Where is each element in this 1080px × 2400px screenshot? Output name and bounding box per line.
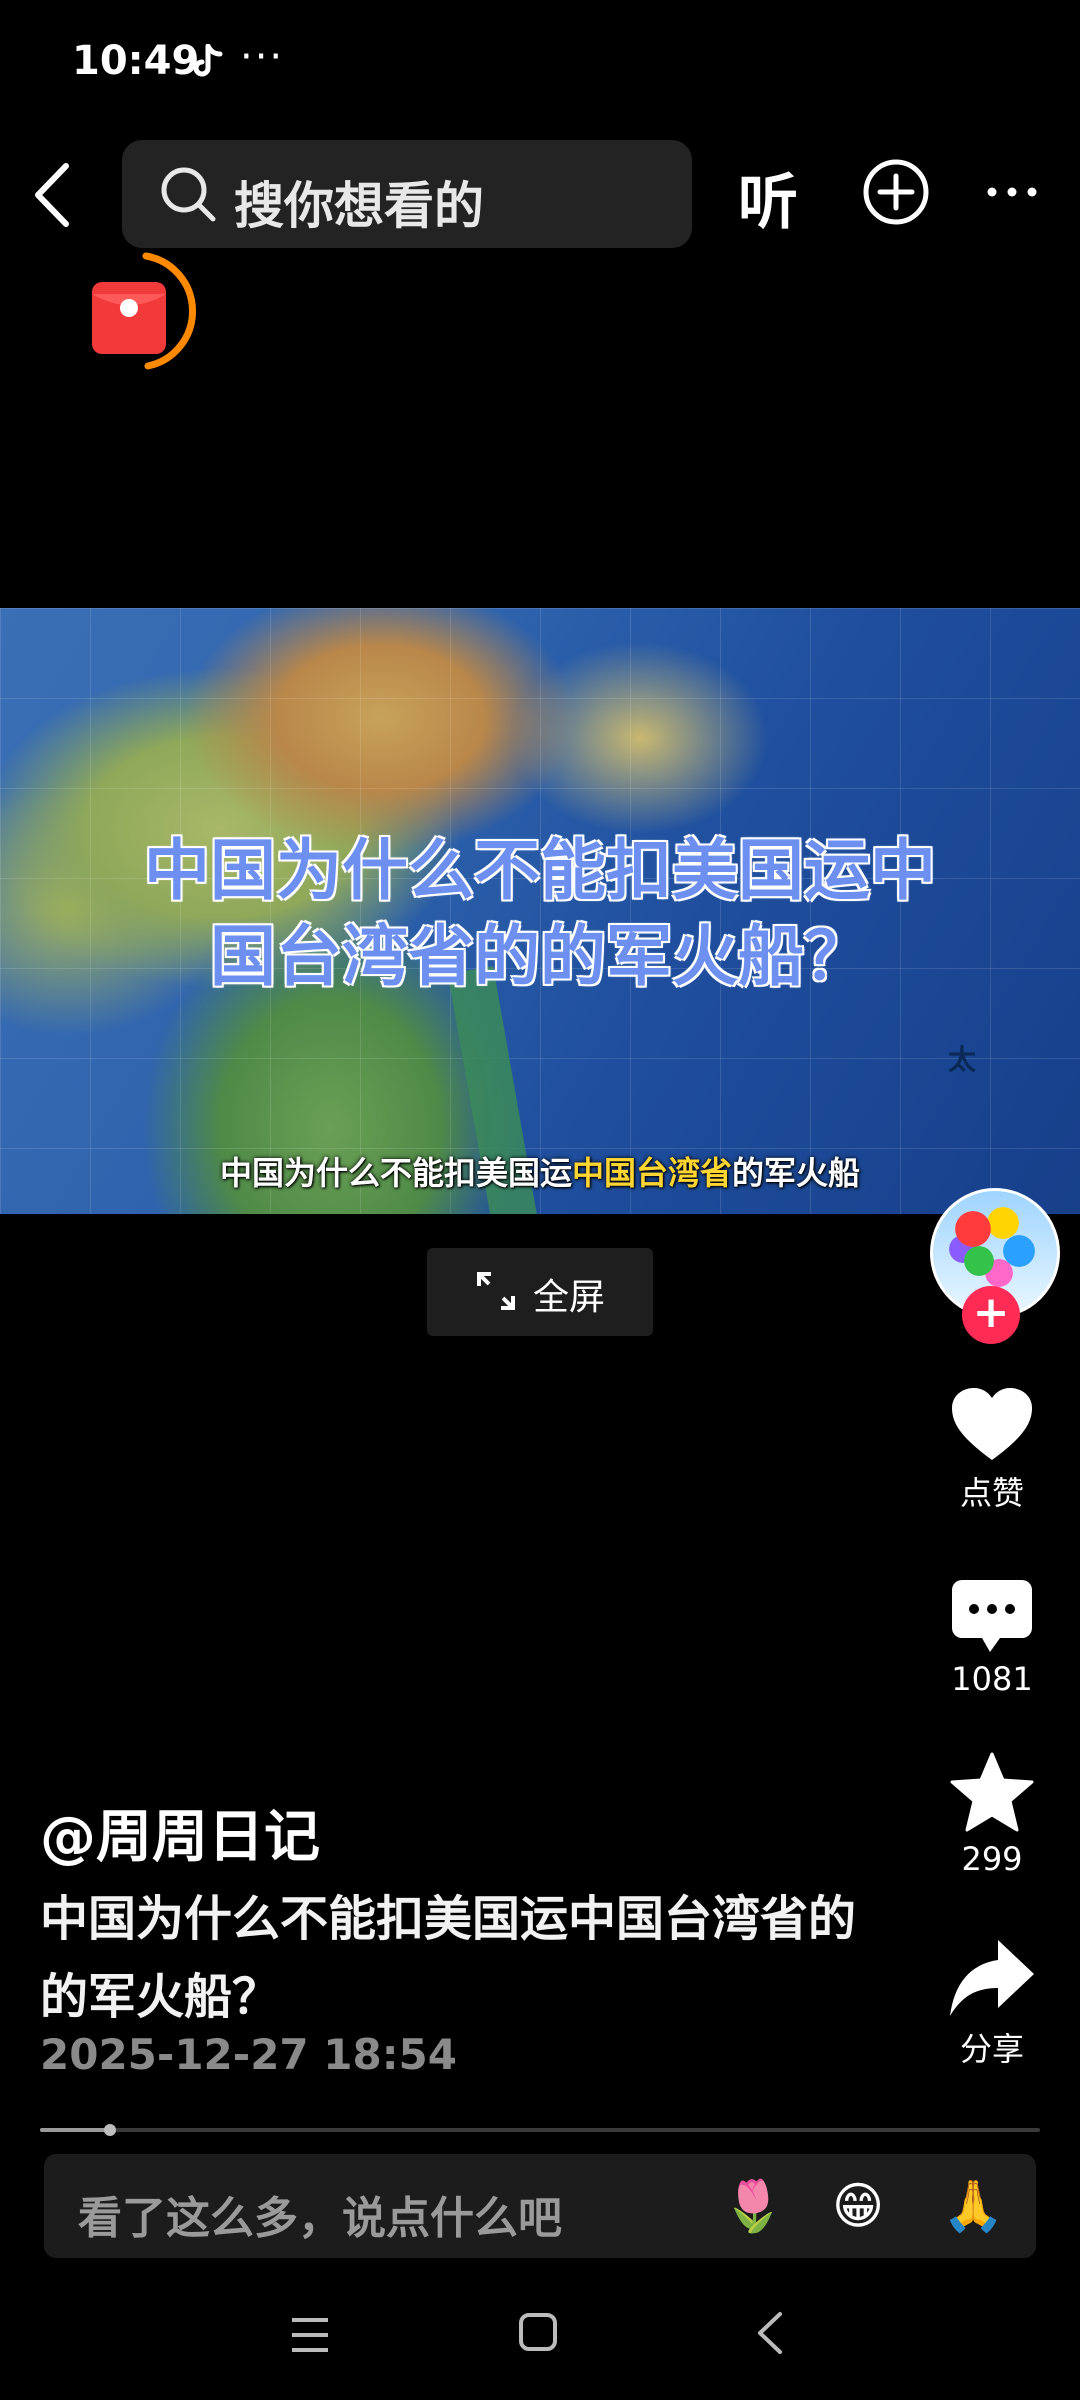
home-icon[interactable] — [518, 2312, 558, 2352]
video-overlay-title-line2: 国台湾省的的军火船？ — [210, 918, 870, 995]
video-overlay-title: 中国为什么不能扣美国运中 国台湾省的的军火船？ — [0, 828, 1080, 1000]
expand-icon — [477, 1272, 515, 1310]
search-icon — [161, 167, 216, 222]
comment-button[interactable]: 1081 — [930, 1578, 1054, 1698]
fullscreen-label: 全屏 — [533, 1277, 606, 1318]
playback-progress-fill — [40, 2128, 110, 2132]
recent-apps-icon[interactable] — [288, 2314, 332, 2356]
video-subtitle-start: 中国为什么不能扣美国运 — [219, 1154, 572, 1192]
video-overlay-title-line1: 中国为什么不能扣美国运中 — [144, 832, 936, 909]
publish-time: 2025-12-27 18:54 — [40, 2030, 457, 2079]
tiktok-icon — [193, 44, 223, 77]
listen-button[interactable]: 听 — [738, 154, 798, 241]
comment-icon — [952, 1580, 1032, 1652]
like-label: 点赞 — [959, 1474, 1024, 1512]
playback-progress-bar[interactable] — [40, 2124, 1040, 2136]
follow-button[interactable]: + — [962, 1286, 1020, 1344]
video-subtitle-highlight: 中国台湾省 — [571, 1154, 732, 1192]
favorite-count: 299 — [961, 1840, 1023, 1878]
video-subtitle-end: 的军火船 — [732, 1154, 861, 1192]
search-placeholder: 搜你想看的 — [234, 177, 484, 235]
red-packet-icon[interactable] — [86, 248, 206, 388]
share-label: 分享 — [959, 2030, 1024, 2068]
video-map-label: 太 — [948, 1043, 977, 1076]
emoji-rose-button[interactable]: 🌷 — [722, 2176, 784, 2236]
search-input[interactable]: 搜你想看的 — [122, 140, 692, 248]
comment-placeholder: 看了这么多，说点什么吧 — [78, 2193, 562, 2244]
video-player[interactable]: 中国为什么不能扣美国运中 国台湾省的的军火船？ 太 中国为什么不能扣美国运中国台… — [0, 608, 1080, 1214]
video-caption: 中国为什么不能扣美国运中国台湾省的的军火船？ — [40, 1891, 857, 2025]
more-options-icon[interactable] — [986, 172, 1038, 212]
author-name[interactable]: @周周日记 — [40, 1792, 320, 1873]
favorite-button[interactable]: 299 — [930, 1752, 1054, 1878]
playback-progress-handle[interactable] — [104, 2124, 116, 2136]
share-arrow-icon — [950, 1940, 1034, 2016]
like-button[interactable]: 点赞 — [930, 1386, 1054, 1514]
fullscreen-button[interactable]: 全屏 — [427, 1248, 653, 1336]
back-button[interactable] — [28, 160, 76, 230]
star-icon — [950, 1752, 1034, 1832]
share-button[interactable]: 分享 — [930, 1938, 1054, 2070]
add-icon[interactable] — [862, 158, 930, 226]
emoji-grin-button[interactable]: 😁 — [832, 2176, 884, 2236]
nav-back-icon[interactable] — [754, 2310, 784, 2356]
emoji-pray-button[interactable]: 🙏 — [942, 2176, 1004, 2236]
heart-icon — [952, 1388, 1032, 1460]
comment-count: 1081 — [951, 1660, 1033, 1698]
status-time: 10:49 — [72, 38, 200, 84]
status-more-icon: ··· — [240, 34, 285, 80]
comment-input[interactable]: 看了这么多，说点什么吧 🌷 😁 🙏 — [44, 2154, 1036, 2258]
video-subtitle: 中国为什么不能扣美国运中国台湾省的军火船 — [0, 1148, 1080, 1194]
